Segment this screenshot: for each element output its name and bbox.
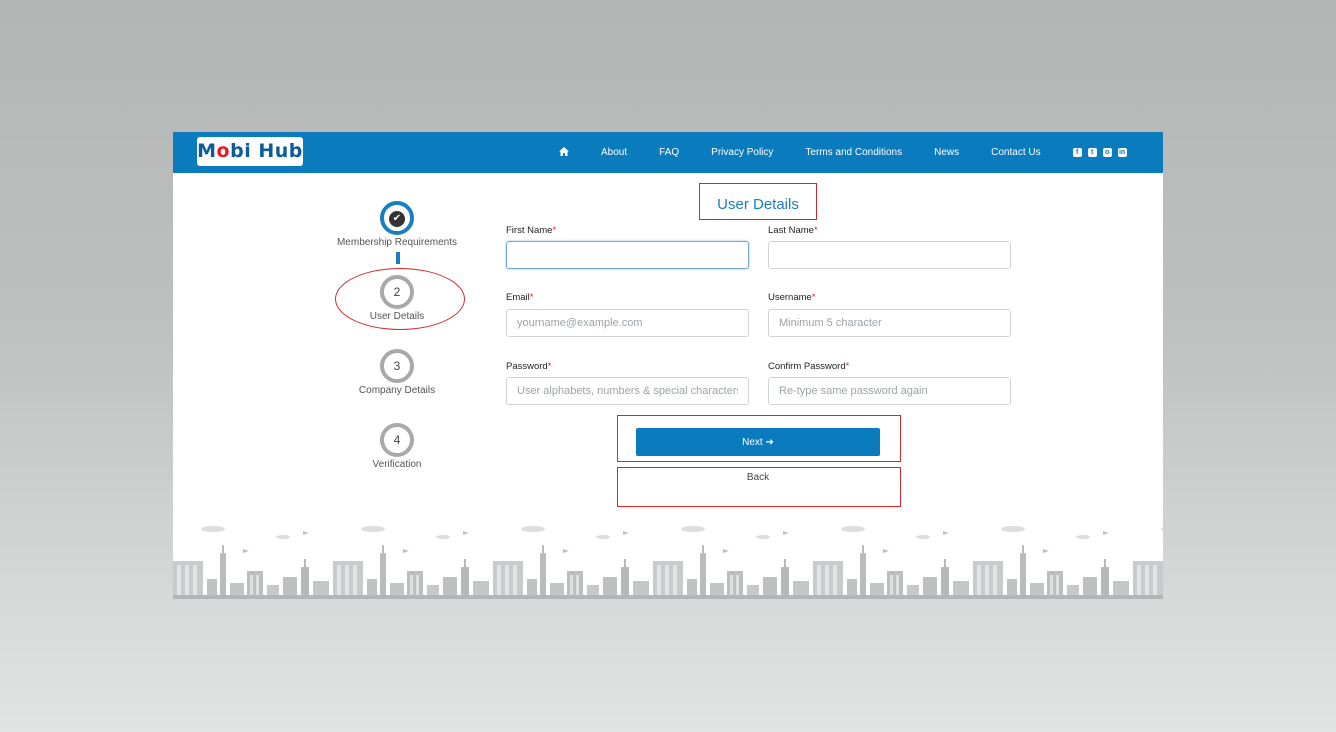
next-button[interactable]: Next ➔	[636, 428, 880, 456]
check-icon: ✔	[389, 210, 405, 227]
first-name-label-text: First Name	[506, 225, 553, 236]
step-3-circle: 3	[380, 349, 414, 383]
step-4-label: Verification	[372, 459, 422, 470]
last-name-input[interactable]	[768, 241, 1011, 269]
nav-news-link[interactable]: News	[934, 147, 959, 158]
logo-text-end: bi Hub	[230, 140, 303, 162]
nav-about-link[interactable]: About	[601, 147, 627, 158]
step-verification: 4 Verification	[327, 423, 467, 470]
page-frame: Mobi Hub About FAQ Privacy Policy Terms …	[173, 132, 1163, 599]
social-links: f t o in	[1072, 148, 1127, 157]
step-company-details: 3 Company Details	[327, 349, 467, 396]
required-marker: *	[529, 292, 534, 303]
linkedin-icon[interactable]: in	[1117, 148, 1127, 157]
required-marker: *	[845, 361, 850, 372]
step-connector	[396, 252, 400, 264]
last-name-label: Last Name*	[768, 225, 818, 236]
top-navbar: Mobi Hub About FAQ Privacy Policy Terms …	[173, 132, 1163, 173]
username-input[interactable]	[768, 309, 1011, 337]
form-title: User Details	[717, 196, 799, 213]
step-3-label: Company Details	[358, 385, 436, 396]
required-marker: *	[813, 225, 818, 236]
step-4-circle: 4	[380, 423, 414, 457]
nav-terms-link[interactable]: Terms and Conditions	[805, 147, 902, 158]
main-nav: About FAQ Privacy Policy Terms and Condi…	[559, 132, 1127, 173]
nav-contact-us-link[interactable]: Contact Us	[991, 147, 1040, 158]
password-label: Password*	[506, 361, 551, 372]
current-step-highlight	[335, 268, 465, 330]
nav-faq-link[interactable]: FAQ	[659, 147, 679, 158]
required-marker: *	[552, 225, 557, 236]
password-input[interactable]	[506, 377, 749, 405]
mobi-hub-logo[interactable]: Mobi Hub	[197, 137, 303, 166]
email-label: Email*	[506, 292, 533, 303]
email-label-text: Email	[506, 292, 530, 303]
password-label-text: Password	[506, 361, 548, 372]
city-skyline-illustration	[173, 526, 1163, 599]
step-1-circle: ✔	[380, 201, 414, 235]
step-membership-requirements: ✔ Membership Requirements	[327, 201, 467, 248]
twitter-icon[interactable]: t	[1087, 148, 1097, 157]
required-marker: *	[811, 292, 816, 303]
last-name-label-text: Last Name	[768, 225, 814, 236]
logo-text-start: M	[197, 140, 217, 162]
instagram-icon[interactable]: o	[1102, 148, 1112, 157]
back-button[interactable]: Back	[636, 472, 880, 483]
confirm-password-label: Confirm Password*	[768, 361, 849, 372]
username-label-text: Username	[768, 292, 812, 303]
first-name-input[interactable]	[506, 241, 749, 269]
email-input[interactable]	[506, 309, 749, 337]
facebook-icon[interactable]: f	[1072, 148, 1082, 157]
home-icon[interactable]	[559, 146, 569, 159]
first-name-label: First Name*	[506, 225, 556, 236]
username-label: Username*	[768, 292, 816, 303]
nav-privacy-policy-link[interactable]: Privacy Policy	[711, 147, 773, 158]
required-marker: *	[547, 361, 552, 372]
confirm-password-label-text: Confirm Password	[768, 361, 846, 372]
logo-dot: o	[216, 140, 231, 162]
confirm-password-input[interactable]	[768, 377, 1011, 405]
step-1-label: Membership Requirements	[336, 237, 458, 248]
